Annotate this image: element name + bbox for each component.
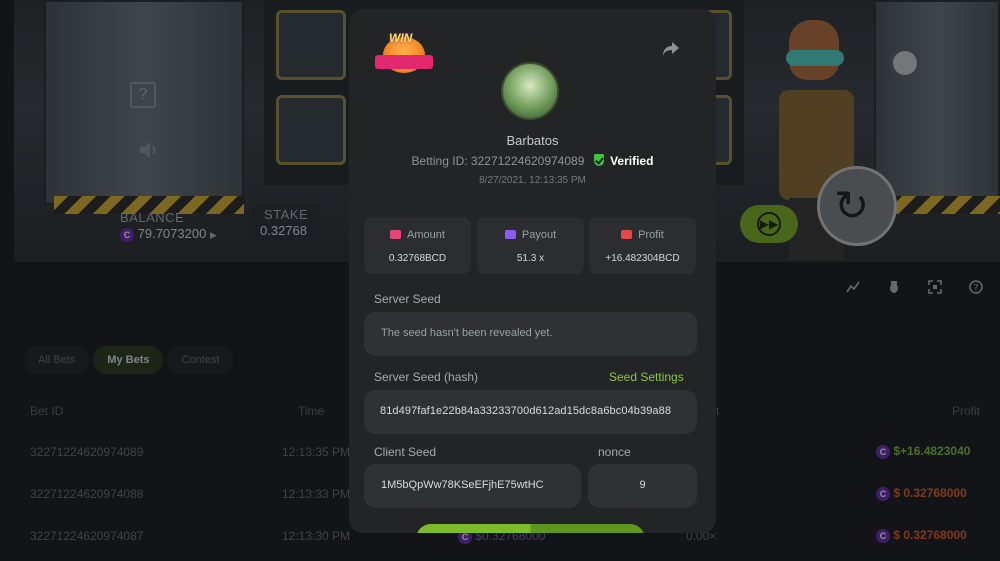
stat-payout-value: 51.3 x	[516, 253, 545, 264]
stat-amount-value: 0.32768BCD	[388, 253, 447, 264]
payout-icon	[504, 230, 516, 239]
stat-card-profit: Profit +16.482304BCD	[589, 217, 696, 274]
stat-payout-label: Payout	[521, 229, 557, 241]
win-badge: WIN	[375, 29, 433, 77]
stat-amount-label: Amount	[407, 229, 445, 241]
amount-icon	[390, 230, 402, 239]
bet-timestamp: 8/27/2021, 12:13:35 PM	[479, 175, 586, 186]
betting-id-line: Betting ID: 322712246209740​89 Verified	[349, 154, 716, 168]
shield-check-icon	[593, 154, 604, 166]
stat-profit-label: Profit	[638, 229, 664, 241]
stat-profit-label-row: Profit	[589, 229, 696, 241]
nonce-field[interactable]: 9	[588, 464, 697, 508]
stat-card-amount: Amount 0.32768BCD	[364, 217, 471, 274]
stat-amount-label-row: Amount	[364, 229, 471, 241]
betting-id-label: Betting ID:	[411, 154, 468, 168]
server-seed-hash-label: Server Seed (hash)	[374, 370, 479, 384]
username: Barbatos	[506, 133, 559, 148]
client-seed-label: Client Seed	[374, 445, 437, 459]
win-badge-text: WIN	[389, 31, 413, 45]
profit-icon	[621, 230, 633, 239]
betting-id-value: 322712246209740​89	[470, 154, 585, 168]
stat-card-payout: Payout 51.3 x	[477, 217, 584, 274]
server-seed-label: Server Seed	[374, 292, 441, 306]
avatar	[501, 62, 559, 120]
server-seed-hash-field[interactable]: 81d497faf1e22b84a33233700d612ad15dc8a6bc…	[364, 390, 697, 434]
server-seed-field[interactable]: The seed hasn't been revealed yet.	[364, 312, 697, 356]
page-root: ? BALANCE C 79.7073200 ▶ STAKE 0.32768 ▶…	[0, 0, 1000, 561]
nonce-label: nonce	[598, 445, 631, 459]
win-ribbon	[375, 55, 433, 69]
client-seed-field[interactable]: 1M5bQpWw78KSeEFjhE75wtHC	[364, 464, 581, 508]
verified-label: Verified	[610, 154, 654, 168]
verify-button[interactable]	[416, 524, 645, 533]
stat-profit-value: +16.482304BCD	[605, 253, 680, 264]
seed-settings-link[interactable]: Seed Settings	[609, 370, 684, 384]
bet-details-modal: WIN Barbatos Betting ID: 322712246209740…	[349, 9, 716, 533]
share-icon[interactable]	[662, 41, 680, 62]
stat-payout-label-row: Payout	[477, 229, 584, 241]
